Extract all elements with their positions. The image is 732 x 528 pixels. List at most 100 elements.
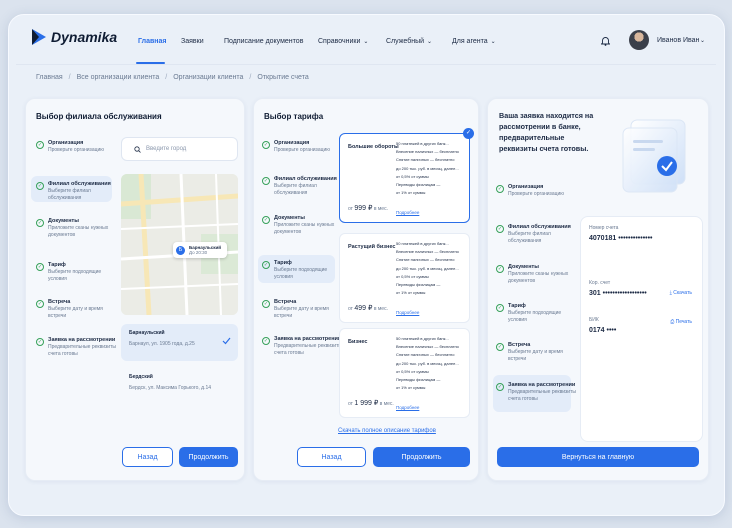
tariff-feature: Внесение наличных — бесплатно	[396, 249, 459, 255]
step-item[interactable]: Заявка на рассмотрении Предварительные ре…	[274, 336, 344, 357]
step-item[interactable]: Тариф Выберите подходящие условия	[508, 303, 578, 324]
tariff-option[interactable]: Бизнес от 1 999 ₽ в мес. 50 платежей в дру…	[339, 328, 470, 418]
user-name[interactable]: Иванов Иван	[657, 37, 699, 44]
step-item[interactable]: Встреча Выберите дату и время встречи	[508, 342, 578, 363]
branch-option-selected[interactable]: Барнаульский Барнаул, ул. 1905 года, д.2…	[121, 324, 238, 361]
step-item[interactable]: Документы Приложите сканы нужных документ…	[48, 218, 118, 239]
step-title: Встреча	[508, 342, 531, 348]
back-button[interactable]: Назад	[122, 447, 173, 467]
nav-home[interactable]: Главная	[138, 38, 166, 45]
step-description: Приложите сканы нужных документов	[48, 225, 109, 238]
map[interactable]: Б Барнаульский До 20:30	[121, 174, 238, 315]
continue-button[interactable]: Продолжить	[179, 447, 238, 467]
step-title: Заявка на рассмотрении	[508, 382, 576, 388]
home-button[interactable]: Вернуться на главную	[497, 447, 699, 467]
tariff-price: от 1 999 ₽ в мес.	[348, 400, 394, 407]
step-done-icon: ✓	[496, 383, 504, 391]
kor-field: Кор. счет 301 ••••••••••••••••••	[589, 280, 647, 297]
step-done-icon: ✓	[496, 265, 504, 273]
breadcrumb-item[interactable]: Организации клиента	[173, 74, 243, 81]
branch-address: Бердск, ул. Максима Горького, д.14	[129, 385, 212, 391]
tariff-feature: Внесение наличных — бесплатно	[396, 149, 459, 155]
step-done-icon: ✓	[36, 219, 44, 227]
chevron-down-icon[interactable]: ⌄	[700, 37, 705, 44]
branch-address: Барнаул, ул. 1905 года, д.25	[129, 341, 195, 347]
step-item[interactable]: Тариф Выберите подходящие условия	[274, 260, 344, 281]
nav-requests[interactable]: Заявки	[181, 38, 204, 45]
tariff-feature: до 200 тыс. руб. в месяц, далее...	[396, 165, 459, 171]
step-item[interactable]: Заявка на рассмотрении Предварительные ре…	[508, 382, 578, 403]
tariff-feature: от 1% от суммы	[396, 385, 426, 391]
step-title: Встреча	[274, 299, 297, 305]
step-title: Документы	[274, 215, 305, 221]
chevron-down-icon: ⌄	[427, 39, 433, 45]
chevron-down-icon: ⌄	[363, 39, 369, 45]
step-title: Филиал обслуживания	[48, 181, 111, 187]
step-item[interactable]: Организация Проверьте организацию	[274, 140, 344, 154]
step-title: Тариф	[274, 260, 292, 266]
tariff-feature: Внесение наличных — бесплатно	[396, 344, 459, 350]
step-item[interactable]: Филиал обслуживания Выберите филиал обслу…	[48, 181, 118, 202]
step-item[interactable]: Организация Проверьте организацию	[508, 184, 578, 198]
back-button[interactable]: Назад	[297, 447, 366, 467]
step-title: Филиал обслуживания	[274, 176, 337, 182]
map-pin[interactable]: Б Барнаульский До 20:30	[173, 242, 228, 258]
card-title: Выбор тарифа	[264, 112, 324, 121]
step-item[interactable]: Филиал обслуживания Выберите филиал обслу…	[508, 224, 578, 245]
tariff-option[interactable]: Большие обороты от 999 ₽ в мес. 50 платеже…	[339, 133, 470, 223]
breadcrumb-item[interactable]: Все организации клиента	[77, 74, 160, 81]
tariff-feature: Снятие наличных — бесплатно	[396, 352, 455, 358]
branch-option[interactable]: Бердский Бердск, ул. Максима Горького, д…	[121, 368, 238, 404]
bell-icon[interactable]	[601, 36, 610, 46]
tariff-feature: до 200 тыс. руб. в месяц, далее...	[396, 265, 459, 271]
step-item[interactable]: Документы Приложите сканы нужных документ…	[508, 264, 578, 285]
tariffs-download-link[interactable]: Скачать полное описание тарифов	[338, 428, 436, 434]
check-icon	[222, 337, 231, 345]
breadcrumb-item[interactable]: Главная	[36, 74, 63, 81]
step-item[interactable]: Филиал обслуживания Выберите филиал обслу…	[274, 176, 344, 197]
step-item[interactable]: Документы Приложите сканы нужных документ…	[274, 215, 344, 236]
nav-service[interactable]: Служебный ⌄	[386, 38, 432, 45]
breadcrumb: Главная / Все организации клиента / Органи…	[36, 74, 309, 81]
nav-signing[interactable]: Подписание документов	[224, 38, 303, 45]
logo-icon	[32, 29, 46, 45]
avatar[interactable]	[629, 30, 649, 50]
tariff-features: 50 платежей в других банк... Внесение нал…	[396, 335, 459, 392]
print-button[interactable]: ⎙ Печать	[670, 319, 692, 325]
continue-button[interactable]: Продолжить	[373, 447, 470, 467]
tariff-more-link[interactable]: Подробнее	[396, 210, 419, 215]
tariff-name: Бизнес	[348, 339, 368, 345]
step-item[interactable]: Встреча Выберите дату и время встречи	[48, 299, 118, 320]
nav-directories[interactable]: Справочники ⌄	[318, 38, 368, 45]
step-done-icon: ✓	[36, 182, 44, 190]
logo[interactable]: Dynamika	[31, 28, 117, 46]
tariff-option[interactable]: Растущий бизнес от 499 ₽ в мес. 50 платеже…	[339, 233, 470, 323]
tariff-feature: Снятие наличных — бесплатно	[396, 257, 455, 263]
tariff-price: от 999 ₽ в мес.	[348, 205, 388, 212]
tariff-feature: Переводы физлицам —	[396, 181, 441, 187]
step-description: Выберите филиал обслуживания	[508, 231, 551, 244]
tariff-more-link[interactable]: Подробнее	[396, 310, 419, 315]
status-title: Ваша заявка находится на рассмотрении в …	[499, 111, 594, 154]
breadcrumb-item-current: Открытие счета	[257, 74, 309, 81]
logo-text: Dynamika	[51, 29, 118, 45]
download-button[interactable]: ⤓ Скачать	[670, 290, 692, 296]
step-item[interactable]: Организация Проверьте организацию	[48, 140, 118, 154]
step-description: Выберите подходящие условия	[274, 267, 328, 280]
step-item[interactable]: Заявка на рассмотрении Предварительные ре…	[48, 337, 118, 358]
step-title: Документы	[508, 264, 539, 270]
step-title: Встреча	[48, 299, 71, 305]
step-done-icon: ✓	[36, 141, 44, 149]
tariff-feature: от 0,5% от суммы	[396, 173, 429, 179]
tariff-name: Большие обороты	[348, 144, 399, 150]
step-done-icon: ✓	[262, 337, 270, 345]
tariff-feature: Переводы физлицам —	[396, 281, 441, 287]
step-description: Предварительные реквизиты счета готовы	[508, 389, 576, 402]
step-item[interactable]: Встреча Выберите дату и время встречи	[274, 299, 344, 320]
step-title: Филиал обслуживания	[508, 224, 571, 230]
tariff-more-link[interactable]: Подробнее	[396, 405, 419, 410]
nav-agent[interactable]: Для агента ⌄	[452, 38, 496, 45]
step-item[interactable]: Тариф Выберите подходящие условия	[48, 262, 118, 283]
city-search-input[interactable]: Введите город	[121, 137, 238, 161]
tariff-feature: от 1% от суммы	[396, 290, 426, 296]
